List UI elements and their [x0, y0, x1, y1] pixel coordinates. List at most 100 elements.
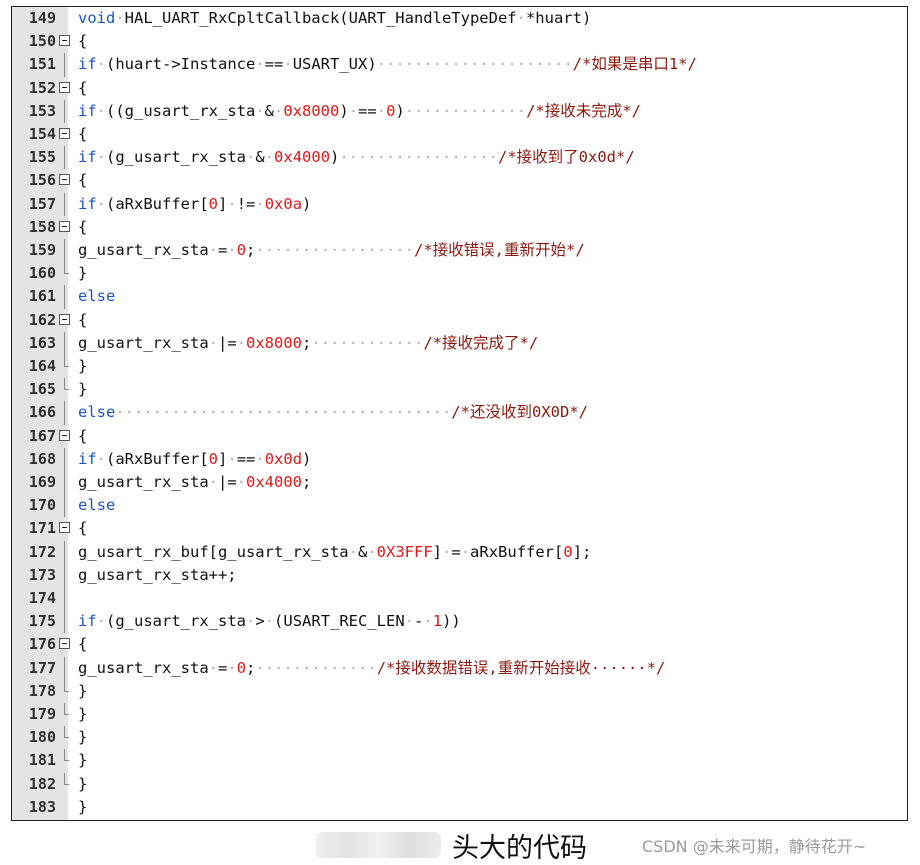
code-text: } [78, 773, 87, 796]
fold-end-marker [64, 262, 69, 275]
code-line[interactable]: 157 if·(aRxBuffer[0]·!=·0x0a) [12, 192, 907, 216]
code-line[interactable]: 156 { [12, 169, 907, 192]
code-token: > [255, 612, 265, 631]
code-text: else····································… [78, 401, 588, 424]
code-line[interactable]: 151 if·(huart->Instance·==·USART_UX)·····… [12, 53, 907, 77]
code-token: { [78, 310, 88, 329]
code-line[interactable]: 167 { [12, 425, 907, 448]
code-line[interactable]: 175 if·(g_usart_rx_sta·>·(USART_REC_LEN·-… [12, 610, 907, 634]
code-token: · [274, 101, 284, 120]
code-text: } [78, 796, 87, 819]
code-token: · [208, 473, 218, 491]
fold-guide-line [64, 656, 65, 680]
fold-toggle-icon[interactable] [59, 638, 70, 650]
code-text: void·HAL_UART_RxCpltCallback(UART_Handle… [78, 7, 591, 30]
code-line[interactable]: 172 g_usart_rx_buf[g_usart_rx_sta·&·0X3FF… [12, 540, 907, 564]
line-number: 182 [28, 774, 56, 793]
code-token: ················· [255, 241, 415, 259]
fold-guide-line [64, 53, 65, 77]
fold-guide-line [64, 447, 65, 471]
code-line[interactable]: 166 else·································… [12, 401, 907, 425]
code-token: != [236, 194, 256, 213]
code-token: /*接收错误,重新开始*/ [414, 241, 585, 259]
code-text: { [78, 425, 87, 448]
code-text: } [78, 726, 87, 749]
line-number: 160 [28, 264, 56, 283]
code-token: 0 [208, 194, 219, 213]
code-token: ···································· [115, 403, 452, 422]
line-number: 152 [28, 78, 56, 97]
code-line[interactable]: 183} [12, 796, 907, 819]
code-text: { [78, 633, 87, 656]
code-token: · [208, 241, 218, 259]
code-token: 0x0a [264, 194, 303, 213]
code-line[interactable]: 177 g_usart_rx_sta·=·0;·············/*接收数… [12, 656, 907, 680]
line-number: 178 [28, 681, 56, 700]
fold-toggle-icon[interactable] [59, 174, 70, 186]
code-text: g_usart_rx_sta·|=·0x8000;············/*接… [78, 332, 538, 355]
code-line[interactable]: 165} [12, 378, 907, 401]
code-token: · [264, 612, 275, 631]
code-token: ) [339, 101, 349, 120]
code-token: ) [302, 194, 312, 213]
code-line[interactable]: 154 { [12, 123, 907, 146]
code-line[interactable]: 159 g_usart_rx_sta·=·0;·················/… [12, 239, 907, 263]
code-line[interactable]: 162 { [12, 309, 907, 332]
code-token: · [264, 148, 275, 167]
line-number: 175 [28, 612, 56, 631]
code-line[interactable]: 169 g_usart_rx_sta·|=·0x4000; [12, 471, 907, 495]
code-token: if [78, 449, 97, 468]
code-editor[interactable]: 149 void·HAL_UART_RxCpltCallback(UART_Han… [11, 6, 908, 821]
fold-toggle-icon[interactable] [59, 313, 70, 325]
code-text: g_usart_rx_sta·=·0;·················/*接收… [78, 239, 585, 262]
code-line[interactable]: 174 [12, 587, 907, 611]
code-line[interactable]: 150 { [12, 30, 907, 53]
code-line[interactable]: 181} [12, 749, 907, 772]
line-number: 158 [28, 217, 56, 236]
code-token: 0X3FFF [376, 542, 433, 561]
fold-guide-line [64, 587, 65, 611]
code-line[interactable]: 164} [12, 355, 907, 378]
code-token: void [78, 9, 116, 27]
code-line[interactable]: 173 g_usart_rx_sta++; [12, 563, 907, 587]
code-token: ((g_usart_rx_sta [106, 101, 256, 120]
code-line[interactable]: 170 else [12, 494, 907, 518]
code-line[interactable]: 182} [12, 772, 907, 796]
code-line[interactable]: 176 { [12, 633, 907, 656]
code-token: } [78, 751, 88, 770]
code-token: · [96, 101, 107, 120]
line-number: 163 [28, 333, 56, 352]
code-line[interactable]: 161 else [12, 285, 907, 309]
csdn-watermark: CSDN @未来可期，静待花开~ [642, 837, 867, 856]
fold-toggle-icon[interactable] [59, 429, 70, 441]
code-line[interactable]: 160} [12, 262, 907, 285]
code-token: g_usart_rx_sta++; [78, 565, 237, 584]
code-line[interactable]: 178} [12, 679, 907, 703]
code-line[interactable]: 168 if·(aRxBuffer[0]·==·0x0d) [12, 447, 907, 471]
fold-toggle-icon[interactable] [59, 81, 70, 93]
line-number: 157 [28, 194, 56, 213]
code-token: · [208, 333, 218, 352]
fold-toggle-icon[interactable] [59, 220, 70, 232]
fold-toggle-icon[interactable] [59, 128, 70, 139]
code-text: { [78, 77, 87, 100]
fold-guide-line [64, 540, 65, 564]
code-token: { [78, 125, 88, 143]
code-line[interactable]: 158 { [12, 216, 907, 239]
code-token: { [78, 426, 88, 445]
code-token: · [227, 449, 237, 468]
code-token: (aRxBuffer[ [106, 194, 209, 213]
code-line[interactable]: 180} [12, 726, 907, 749]
code-line[interactable]: 179} [12, 703, 907, 726]
code-token: 1 [432, 612, 443, 631]
fold-toggle-icon[interactable] [59, 522, 70, 534]
code-line[interactable]: 155 if·(g_usart_rx_sta·&·0x4000)·········… [12, 146, 907, 170]
code-line[interactable]: 149 void·HAL_UART_RxCpltCallback(UART_Han… [12, 7, 907, 30]
code-line[interactable]: 171 { [12, 517, 907, 540]
line-number: 159 [28, 241, 56, 259]
code-token: else [78, 496, 116, 515]
fold-toggle-icon[interactable] [59, 35, 70, 47]
code-line[interactable]: 153 if·((g_usart_rx_sta·&·0x8000)·==·0)··… [12, 99, 907, 123]
code-line[interactable]: 152 { [12, 77, 907, 100]
code-line[interactable]: 163 g_usart_rx_sta·|=·0x8000;············… [12, 331, 907, 355]
